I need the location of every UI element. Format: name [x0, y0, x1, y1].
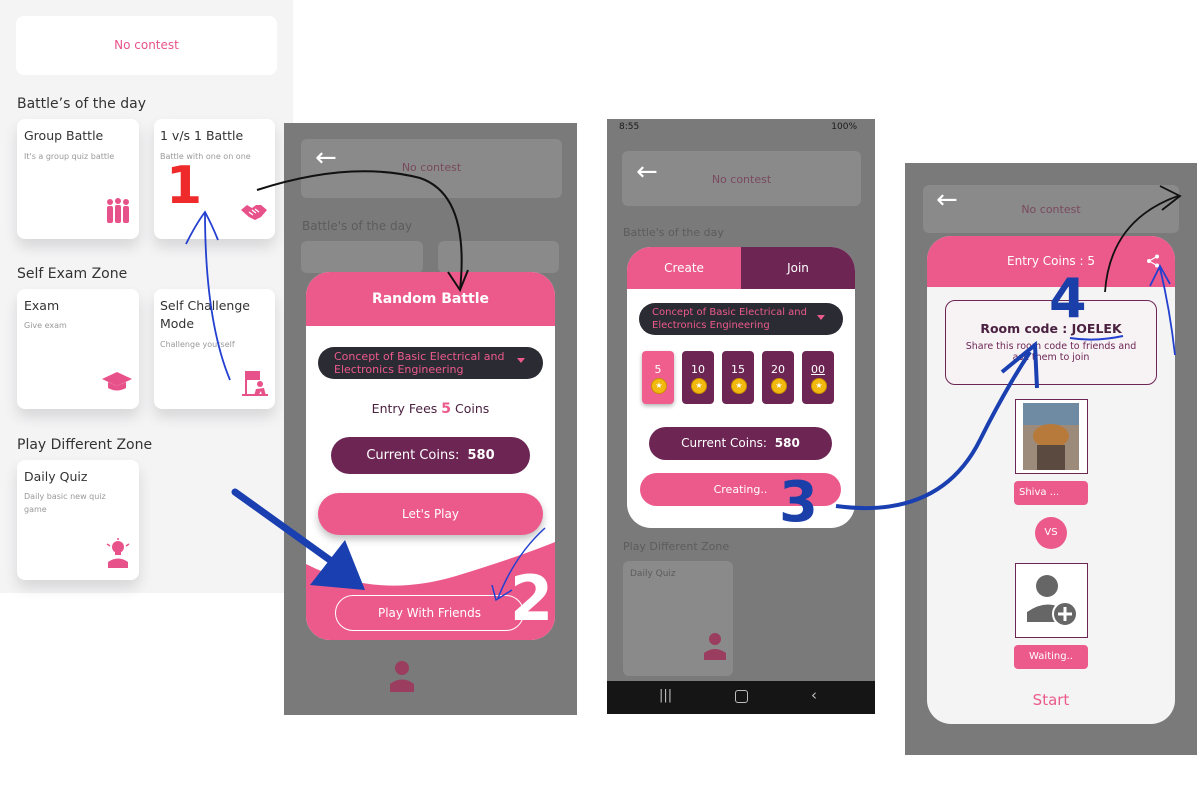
step-4-label: 4 — [1049, 267, 1087, 330]
step-1-label: 1 — [166, 156, 203, 216]
step-2-label: 2 — [510, 562, 554, 635]
step-3-label: 3 — [779, 470, 818, 535]
annotation-arrows — [185, 170, 1182, 602]
